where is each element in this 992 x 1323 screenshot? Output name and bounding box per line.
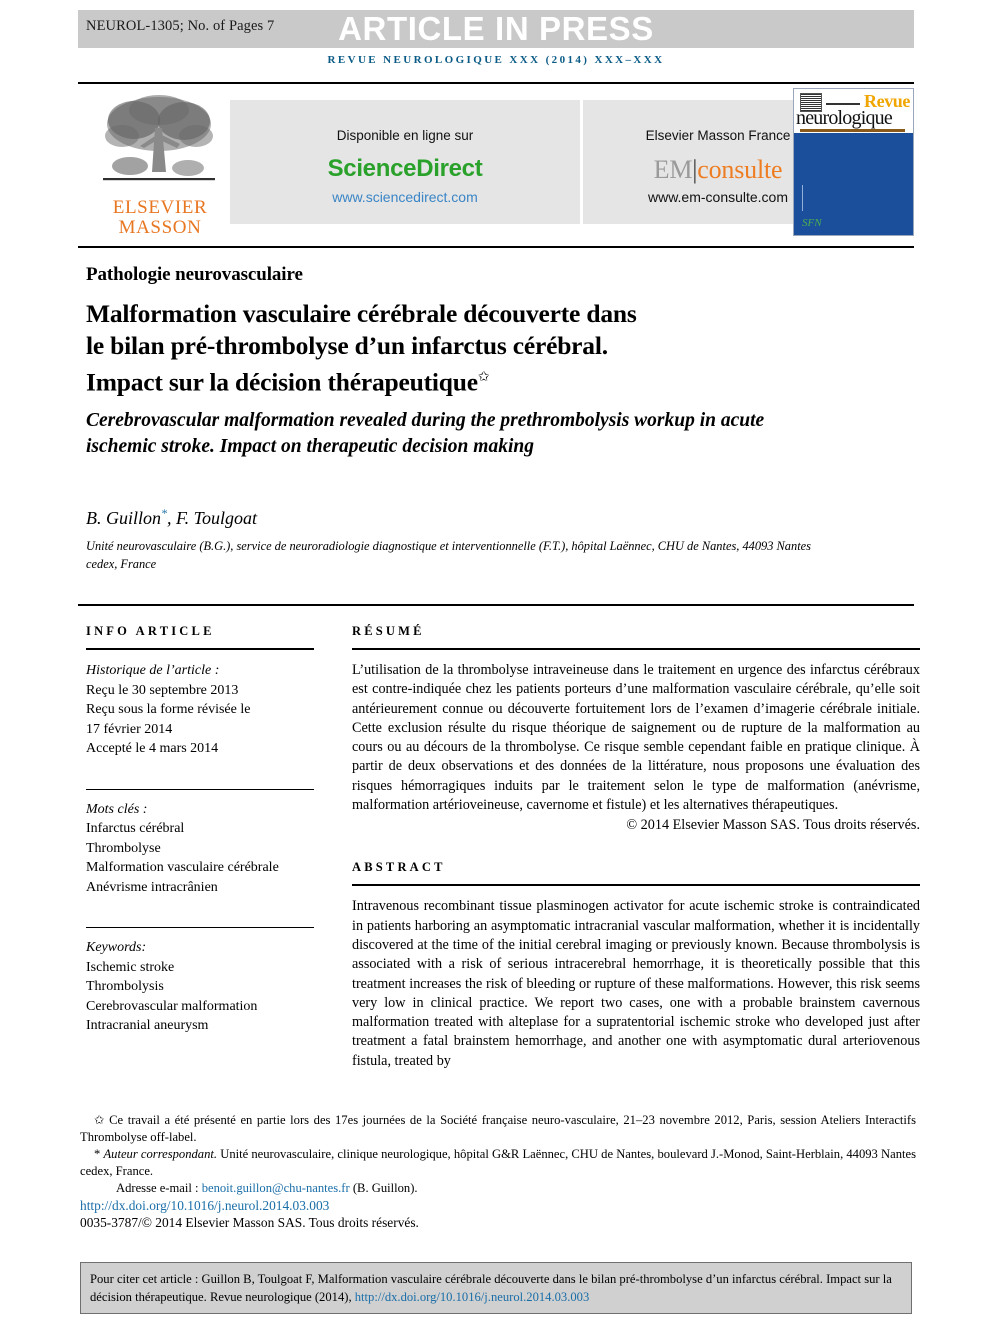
journal-running-head: REVUE NEUROLOGIQUE XXX (2014) XXX–XXX (327, 54, 665, 66)
resume-rule (352, 648, 920, 650)
abstract-rule (352, 884, 920, 887)
title-fr-line2: le bilan pré-thrombolyse d’un infarctus … (86, 331, 608, 360)
citation-doi-link[interactable]: http://dx.doi.org/10.1016/j.neurol.2014.… (355, 1290, 590, 1304)
keywords-english-block: Keywords: Ischemic stroke Thrombolysis C… (86, 938, 314, 1036)
keywords-fr-label: Mots clés : (86, 801, 148, 817)
keyword-en-4: Intracranial aneurysm (86, 1018, 209, 1033)
cover-side-rule (802, 185, 803, 211)
resume-text: L’utilisation de la thrombolyse intravei… (352, 662, 920, 814)
spacer-history-keywords (86, 759, 314, 779)
spacer-keywords-fr-en (86, 897, 314, 917)
footnote-corresponding-marker: * (94, 1147, 101, 1161)
article-first-page: NEUROL-1305; No. of Pages 7 ARTICLE IN P… (0, 0, 992, 1323)
keyword-fr-3: Malformation vasculaire cérébrale (86, 860, 279, 875)
emconsulte-logo-consulte: consulte (697, 155, 783, 184)
elsevier-wordmark-line2: MASSON (118, 217, 202, 238)
abstract-text: Intravenous recombinant tissue plasminog… (352, 898, 920, 1069)
issn-copyright: 0035-3787/© 2014 Elsevier Masson SAS. To… (80, 1215, 419, 1230)
article-title-french: Malformation vasculaire cérébrale découv… (86, 298, 786, 399)
citation-text-wrapper: Pour citer cet article : Guillon B, Toul… (90, 1271, 902, 1306)
sciencedirect-panel: Disponible en ligne sur ScienceDirect ww… (230, 100, 580, 224)
keywords-french-block: Mots clés : Infarctus cérébral Thromboly… (86, 800, 314, 898)
keyword-fr-4: Anévrisme intracrânien (86, 879, 218, 895)
author-primary: B. Guillon (86, 508, 161, 528)
abstract-column: RÉSUMÉ L’utilisation de la thrombolyse i… (352, 624, 920, 1071)
cover-title-bottom: neurologique (796, 107, 893, 129)
title-fr-line3: Impact sur la décision thérapeutique (86, 367, 478, 397)
elsevier-wordmark-line1: ELSEVIER (112, 197, 208, 218)
keyword-fr-2: Thrombolyse (86, 840, 161, 856)
keyword-en-2: Thrombolysis (86, 979, 164, 994)
footnote-star-marker: ✩ (94, 1113, 105, 1127)
cover-masthead: Revue neurologique (794, 89, 913, 133)
article-history-accepted: Accepté le 4 mars 2014 (86, 741, 219, 756)
email-label: Adresse e-mail : (116, 1181, 199, 1195)
elsevier-tree-icon (103, 95, 215, 181)
keywords-fr-rule (86, 788, 314, 790)
author-secondary: , F. Toulgoat (167, 508, 258, 528)
footnote-star-text: Ce travail a été présenté en partie lors… (80, 1113, 916, 1144)
spacer-resume-abstract (352, 834, 920, 860)
author-list: B. Guillon*, F. Toulgoat (86, 506, 257, 529)
article-history-received: Reçu le 30 septembre 2013 (86, 682, 239, 698)
article-in-press-text: ARTICLE IN PRESS (338, 10, 654, 47)
title-divider-rule (78, 246, 914, 248)
info-article-heading: INFO ARTICLE (86, 624, 215, 638)
sciencedirect-logo-text: ScienceDirect (327, 155, 483, 182)
email-link[interactable]: benoit.guillon@chu-nantes.fr (202, 1181, 350, 1195)
footnote-email-line: Adresse e-mail : benoit.guillon@chu-nant… (80, 1180, 916, 1197)
author-affiliation: Unité neurovasculaire (B.G.), service de… (86, 539, 811, 571)
footnote-corresponding-label: Auteur correspondant. (103, 1147, 218, 1161)
keywords-en-label: Keywords: (86, 940, 147, 955)
journal-cover-thumbnail: Revue neurologique SFN (793, 88, 914, 236)
article-history-label: Historique de l’article : (86, 663, 220, 678)
doi-link[interactable]: http://dx.doi.org/10.1016/j.neurol.2014.… (80, 1197, 916, 1214)
citation-box: Pour citer cet article : Guillon B, Toul… (80, 1262, 912, 1314)
resume-heading: RÉSUMÉ (352, 624, 425, 638)
elsevier-masson-logo: ELSEVIER MASSON (100, 90, 220, 238)
keyword-fr-1: Infarctus cérébral (86, 821, 185, 836)
cover-subtitle-rule (800, 129, 905, 132)
article-history-revised-2: 17 février 2014 (86, 721, 173, 737)
info-article-column: INFO ARTICLE Historique de l’article : R… (86, 624, 314, 1036)
top-divider-rule (78, 82, 914, 84)
footnotes-block: ✩ Ce travail a été présenté en partie lo… (80, 1112, 916, 1231)
keywords-en-rule (86, 927, 314, 928)
sciencedirect-url-link[interactable]: www.sciencedirect.com (230, 189, 580, 205)
elsevier-wordmark: ELSEVIER MASSON (100, 198, 220, 238)
title-footnote-marker: ✩ (477, 370, 490, 385)
resume-copyright: © 2014 Elsevier Masson SAS. Tous droits … (626, 817, 920, 834)
emconsulte-logo-em: EM (653, 155, 693, 184)
footnote-corresponding: * Auteur correspondant. Unité neurovascu… (80, 1146, 916, 1180)
article-history-revised-1: Reçu sous la forme révisée le (86, 702, 251, 717)
title-fr-line1: Malformation vasculaire cérébrale découv… (86, 299, 637, 328)
article-title-english: Cerebrovascular malformation revealed du… (86, 410, 765, 457)
cover-society-logo: SFN (802, 217, 822, 229)
article-in-press-banner: NEUROL-1305; No. of Pages 7 ARTICLE IN P… (78, 10, 914, 48)
footnote-star: ✩ Ce travail a été présenté en partie lo… (80, 1112, 916, 1146)
abstract-heading: ABSTRACT (352, 860, 446, 875)
sciencedirect-caption: Disponible en ligne sur (336, 128, 474, 143)
cover-rule-decoration (826, 103, 860, 105)
publisher-band: ELSEVIER MASSON Disponible en ligne sur … (78, 88, 914, 240)
keyword-en-3: Cerebrovascular malformation (86, 998, 258, 1014)
article-section-kind: Pathologie neurovasculaire (86, 264, 303, 285)
article-history-block: Historique de l’article : Reçu le 30 sep… (86, 661, 314, 759)
email-owner: (B. Guillon). (352, 1181, 418, 1195)
abstract-divider-rule (78, 604, 914, 606)
keyword-en-1: Ischemic stroke (86, 959, 175, 975)
info-article-rule (86, 648, 314, 650)
